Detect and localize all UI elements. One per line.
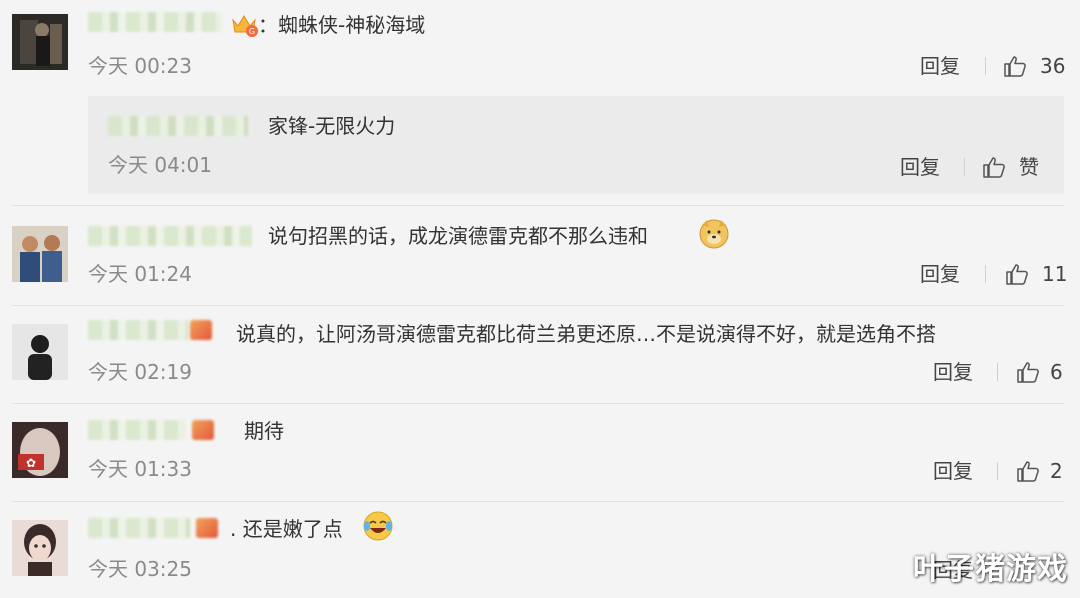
comment-text: 说真的，让阿汤哥演德雷克都比荷兰弟更还原…不是说演得不好，就是选角不搭 (236, 322, 936, 346)
badge-blurred (192, 420, 214, 440)
comment-time: 今天 00:23 (88, 54, 192, 78)
separator (997, 363, 998, 381)
badge-blurred (196, 518, 218, 538)
reply-button[interactable]: 回复 (900, 155, 940, 179)
avatar[interactable]: ✿ (12, 422, 68, 478)
reply-button[interactable]: 回复 (933, 360, 973, 384)
username-blurred[interactable] (88, 420, 186, 440)
comment-item: ✿ 期待 今天 01:33 回复 2 (0, 404, 1080, 500)
separator (964, 158, 965, 176)
svg-text:✿: ✿ (26, 456, 36, 470)
username-blurred[interactable] (88, 518, 190, 538)
thumbs-up-icon[interactable] (1016, 360, 1040, 384)
separator (997, 462, 998, 480)
comment-item: 说真的，让阿汤哥演德雷克都比荷兰弟更还原…不是说演得不好，就是选角不搭 今天 0… (0, 306, 1080, 402)
username-blurred[interactable] (108, 116, 248, 136)
reply-button[interactable]: 回复 (920, 262, 960, 286)
username-blurred[interactable] (88, 226, 252, 246)
sub-reply-box: 家锋-无限火力 今天 04:01 回复 赞 (88, 96, 1064, 194)
comment-time: 今天 01:33 (88, 457, 192, 481)
avatar[interactable] (12, 324, 68, 380)
watermark: 叶子猪游戏 (913, 552, 1068, 587)
like-count: 6 (1050, 360, 1063, 384)
comment-time: 今天 02:19 (88, 360, 192, 384)
comment-time: 今天 01:24 (88, 262, 192, 286)
comment-text: ：蜘蛛侠-神秘海域 (258, 13, 426, 37)
laugh-cry-emoji (363, 511, 393, 541)
thumbs-up-icon[interactable] (982, 155, 1006, 179)
comment-text: . 还是嫩了点 (230, 517, 343, 541)
avatar[interactable] (12, 14, 68, 70)
thumbs-up-icon[interactable] (1005, 262, 1029, 286)
sub-reply-time: 今天 04:01 (108, 153, 212, 177)
comment-text: 说句招黑的话，成龙演德雷克都不那么违和 (268, 224, 648, 248)
avatar[interactable] (12, 226, 68, 282)
crown-icon: G (232, 15, 258, 37)
doge-emoji (699, 219, 729, 249)
like-count: 2 (1050, 459, 1063, 483)
reply-button[interactable]: 回复 (920, 54, 960, 78)
reply-button[interactable]: 回复 (933, 459, 973, 483)
comment-time: 今天 03:25 (88, 557, 192, 581)
avatar[interactable] (12, 520, 68, 576)
username-blurred[interactable] (88, 320, 188, 340)
sub-reply-text: 家锋-无限火力 (268, 114, 396, 138)
comment-item: G ：蜘蛛侠-神秘海域 今天 00:23 回复 36 (0, 0, 1080, 96)
comment-item: 说句招黑的话，成龙演德雷克都不那么违和 今天 01:24 回复 11 (0, 206, 1080, 304)
username-blurred[interactable] (88, 12, 222, 32)
thumbs-up-icon[interactable] (1016, 459, 1040, 483)
separator (985, 57, 986, 75)
like-count: 11 (1042, 262, 1068, 286)
thumbs-up-icon[interactable] (1003, 54, 1027, 78)
separator (985, 265, 986, 283)
comment-text: 期待 (244, 419, 284, 443)
like-count: 36 (1040, 54, 1066, 78)
like-label[interactable]: 赞 (1019, 155, 1039, 179)
badge-blurred (190, 320, 212, 340)
svg-text:G: G (249, 27, 255, 36)
